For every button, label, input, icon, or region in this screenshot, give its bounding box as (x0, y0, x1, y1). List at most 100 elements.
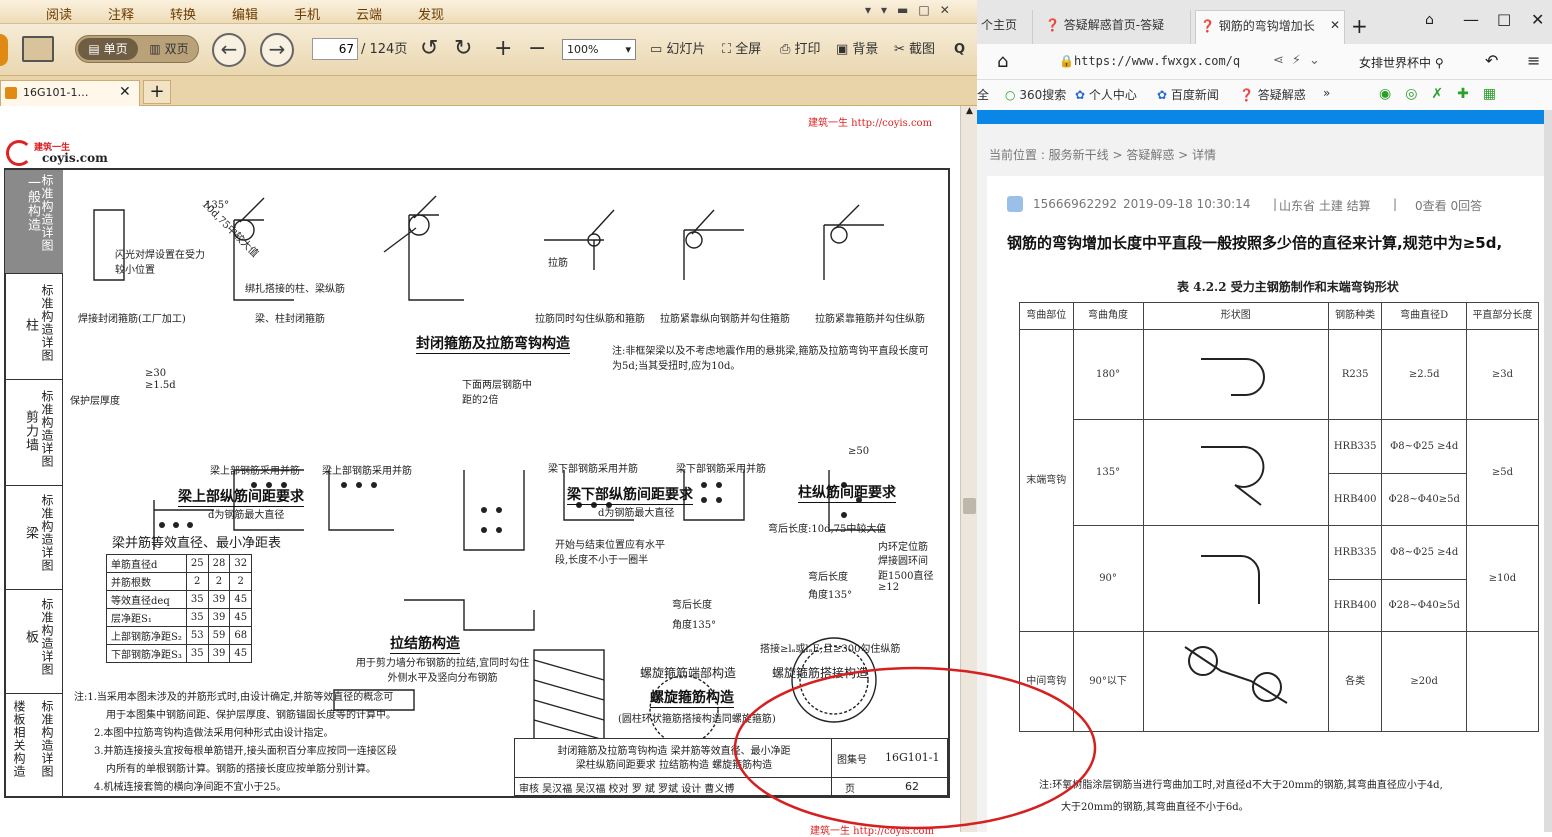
table-row: 末端弯钩 180° R235 ≥2.5d ≥3d (1019, 329, 1540, 632)
spacing-cell: 35 (185, 608, 209, 627)
scroll-thumb[interactable] (963, 498, 976, 514)
prev-page-button[interactable]: ← (212, 33, 246, 67)
folder-icon[interactable] (22, 36, 54, 62)
bookmark-qa[interactable]: ❓ 答疑解惑 (1239, 86, 1306, 103)
close-tab-icon[interactable]: ✕ (119, 84, 131, 100)
bookmarks-bar: 全 ○ 360搜索 ✿ 个人中心 ✿ 百度新闻 ❓ 答疑解惑 » ◉◎✗✚▦ (977, 80, 1552, 110)
fullscreen-button[interactable]: ⛶ 全屏 (722, 38, 761, 62)
spacing-cell: 59 (207, 626, 231, 645)
bookmark-user-center[interactable]: ✿ 个人中心 (1075, 86, 1137, 103)
side-std-wall: 标准构造详图 (40, 390, 54, 468)
paw-icon: ✿ (1157, 88, 1168, 102)
url-text: https://www.fwxgx.com/q (1073, 54, 1241, 68)
address-actions[interactable]: ⋖⚡⌄ (1273, 53, 1328, 68)
window-controls[interactable]: ▾▾▬□✕ (865, 3, 960, 17)
td-type-hrb335-a: HRB335 (1327, 419, 1383, 474)
shape-135-icon (1142, 419, 1329, 526)
menu-convert[interactable]: 转换 (160, 2, 206, 23)
menu-read[interactable]: 阅读 (36, 2, 82, 23)
view-mode-group: ▤ 单页 ▥ 双页 (75, 35, 199, 63)
minimize-icon[interactable]: — (1463, 10, 1479, 29)
side-left-wall: 剪力墙 (23, 410, 38, 452)
tie-note: 用于剪力墙分布钢筋的拉结,宜同时勾住外侧水平及竖向分布钢筋 (355, 658, 530, 684)
th-part: 弯曲部位 (1019, 302, 1074, 330)
new-tab-button[interactable]: + (143, 80, 171, 104)
close-tab-icon[interactable]: ✕ (1330, 18, 1340, 32)
td-dia-180: ≥2.5d (1381, 329, 1467, 420)
undo-icon[interactable]: ↶ (1485, 51, 1498, 70)
site-favicon-icon: ❓ (1200, 19, 1215, 33)
column-hoop-label: 梁、柱封闭箍筋 (255, 314, 325, 325)
close-window-icon[interactable]: ✕ (1531, 10, 1544, 29)
side-block-general: 一般构造 标准构造详图 (5, 170, 63, 274)
screenshot-button[interactable]: ✂ 截图 (894, 38, 935, 62)
zoom-in-icon[interactable]: + (494, 38, 512, 62)
twice-label: 下面两层钢筋中距的2倍 (462, 380, 532, 406)
page-number-input[interactable] (312, 38, 358, 60)
new-tab-button[interactable]: + (1351, 14, 1368, 38)
browser-tab-active[interactable]: ❓ 钢筋的弯钩增加长 ✕ (1195, 10, 1345, 44)
spacing-cell: 39 (207, 608, 231, 627)
table-row: 90° HRB335 Φ8~Φ25 ≥4d ≥10d (1020, 525, 1540, 632)
question-user[interactable]: 15666962292 (1033, 197, 1117, 211)
zoom-select[interactable]: 100% ▾ (562, 39, 636, 60)
document-tab[interactable]: 16G101-1… ✕ (0, 80, 140, 106)
note-line-4: 3.并筋连接接头宜按每根单筋错开,接头面积百分率应按同一连接区段 (94, 746, 397, 757)
scroll-up-icon[interactable]: ▲ (963, 106, 976, 120)
zoom-out-icon[interactable]: − (528, 38, 546, 62)
menu-icon[interactable]: ≡ (1527, 51, 1540, 70)
rotate-right-icon[interactable]: ↻ (454, 38, 472, 62)
bookmark-baidu-news[interactable]: ✿ 百度新闻 (1157, 86, 1219, 103)
url-field[interactable]: 🔒https://www.fwxgx.com/q (1053, 52, 1265, 74)
spacing-cell: 39 (207, 644, 231, 663)
search-icon[interactable]: Q (954, 38, 965, 62)
paw-icon: ✿ (1075, 88, 1086, 102)
spacing-row-label: 下部钢筋净距S₃ (106, 644, 187, 663)
browser-tab-home[interactable]: 个主页 (977, 10, 1033, 44)
menu-annotate[interactable]: 注释 (98, 2, 144, 23)
tie-label-2: 拉筋紧靠纵向钢筋并勾住箍筋 (660, 314, 790, 325)
next-page-button[interactable]: → (260, 33, 294, 67)
chevron-down-icon: ▾ (625, 43, 631, 56)
bookmark-360[interactable]: ○ 360搜索 (1005, 86, 1066, 103)
slideshow-button[interactable]: ▭ 幻灯片 (650, 38, 705, 62)
menu-discover[interactable]: 发现 (408, 2, 454, 23)
th-steel: 钢筋种类 (1327, 302, 1383, 330)
menu-cloud[interactable]: 云端 (346, 2, 392, 23)
lock-icon: 🔒 (1059, 54, 1074, 68)
menu-edit[interactable]: 编辑 (222, 2, 268, 23)
single-page-button[interactable]: ▤ 单页 (78, 38, 138, 60)
browser-tab-qa-home[interactable]: ❓ 答疑解惑首页-答疑 (1041, 10, 1191, 44)
bookmark-user-label: 个人中心 (1088, 88, 1137, 102)
td-flat-middle (1465, 631, 1540, 732)
browser-scrollbar[interactable] (1544, 110, 1552, 832)
site-favicon-icon: ❓ (1239, 88, 1254, 102)
watermark-top: 建筑一生 http://coyis.com (808, 118, 933, 129)
extension-icons[interactable]: ◉◎✗✚▦ (1379, 86, 1510, 102)
bar-label-3: 梁下部钢筋采用并筋 (548, 464, 638, 475)
rotate-left-icon[interactable]: ↺ (420, 38, 438, 62)
search-field[interactable]: 女排世界杯中 ⚲ (1357, 52, 1449, 74)
bookmark-more[interactable]: » (1323, 86, 1330, 100)
bookmark-all[interactable]: 全 (977, 86, 989, 103)
shape-180-icon (1142, 329, 1329, 420)
spiral-start-note: 开始与结束位置应有水平段,长度不小于一圈半 (555, 540, 665, 566)
double-page-button[interactable]: ▥ 双页 (142, 38, 196, 60)
tab-list-icon[interactable]: ⌂ (1425, 12, 1434, 28)
th-angle: 弯曲角度 (1072, 302, 1144, 330)
side-std-floor: 标准构造详图 (40, 700, 54, 778)
spacing-table-row: 层净距S₁ 35 39 45 (106, 608, 253, 627)
spacing-table: 单筋直径d 25 28 32 并筋根数 2 2 2 等效直径deq 35 39 45 层净距S₁ 35 39… (106, 554, 253, 663)
slideshow-label: 幻灯片 (666, 42, 706, 57)
maximize-icon[interactable]: □ (1497, 10, 1511, 28)
print-button[interactable]: ⎙ 打印 (780, 38, 821, 62)
tab-active-label: 钢筋的弯钩增加长 (1218, 19, 1315, 33)
caption-beam-bottom: 梁下部纵筋间距要求 (567, 484, 693, 505)
home-icon[interactable]: ⌂ (997, 51, 1008, 72)
th-shape: 形状图 (1142, 302, 1329, 330)
menu-phone[interactable]: 手机 (284, 2, 330, 23)
double-page-label: 双页 (164, 42, 189, 56)
spacing-cell: 35 (185, 590, 209, 609)
address-bar-row: ⌂ 🔒https://www.fwxgx.com/q ⋖⚡⌄ 女排世界杯中 ⚲ … (977, 44, 1552, 80)
background-button[interactable]: ▣ 背景 (836, 38, 878, 62)
